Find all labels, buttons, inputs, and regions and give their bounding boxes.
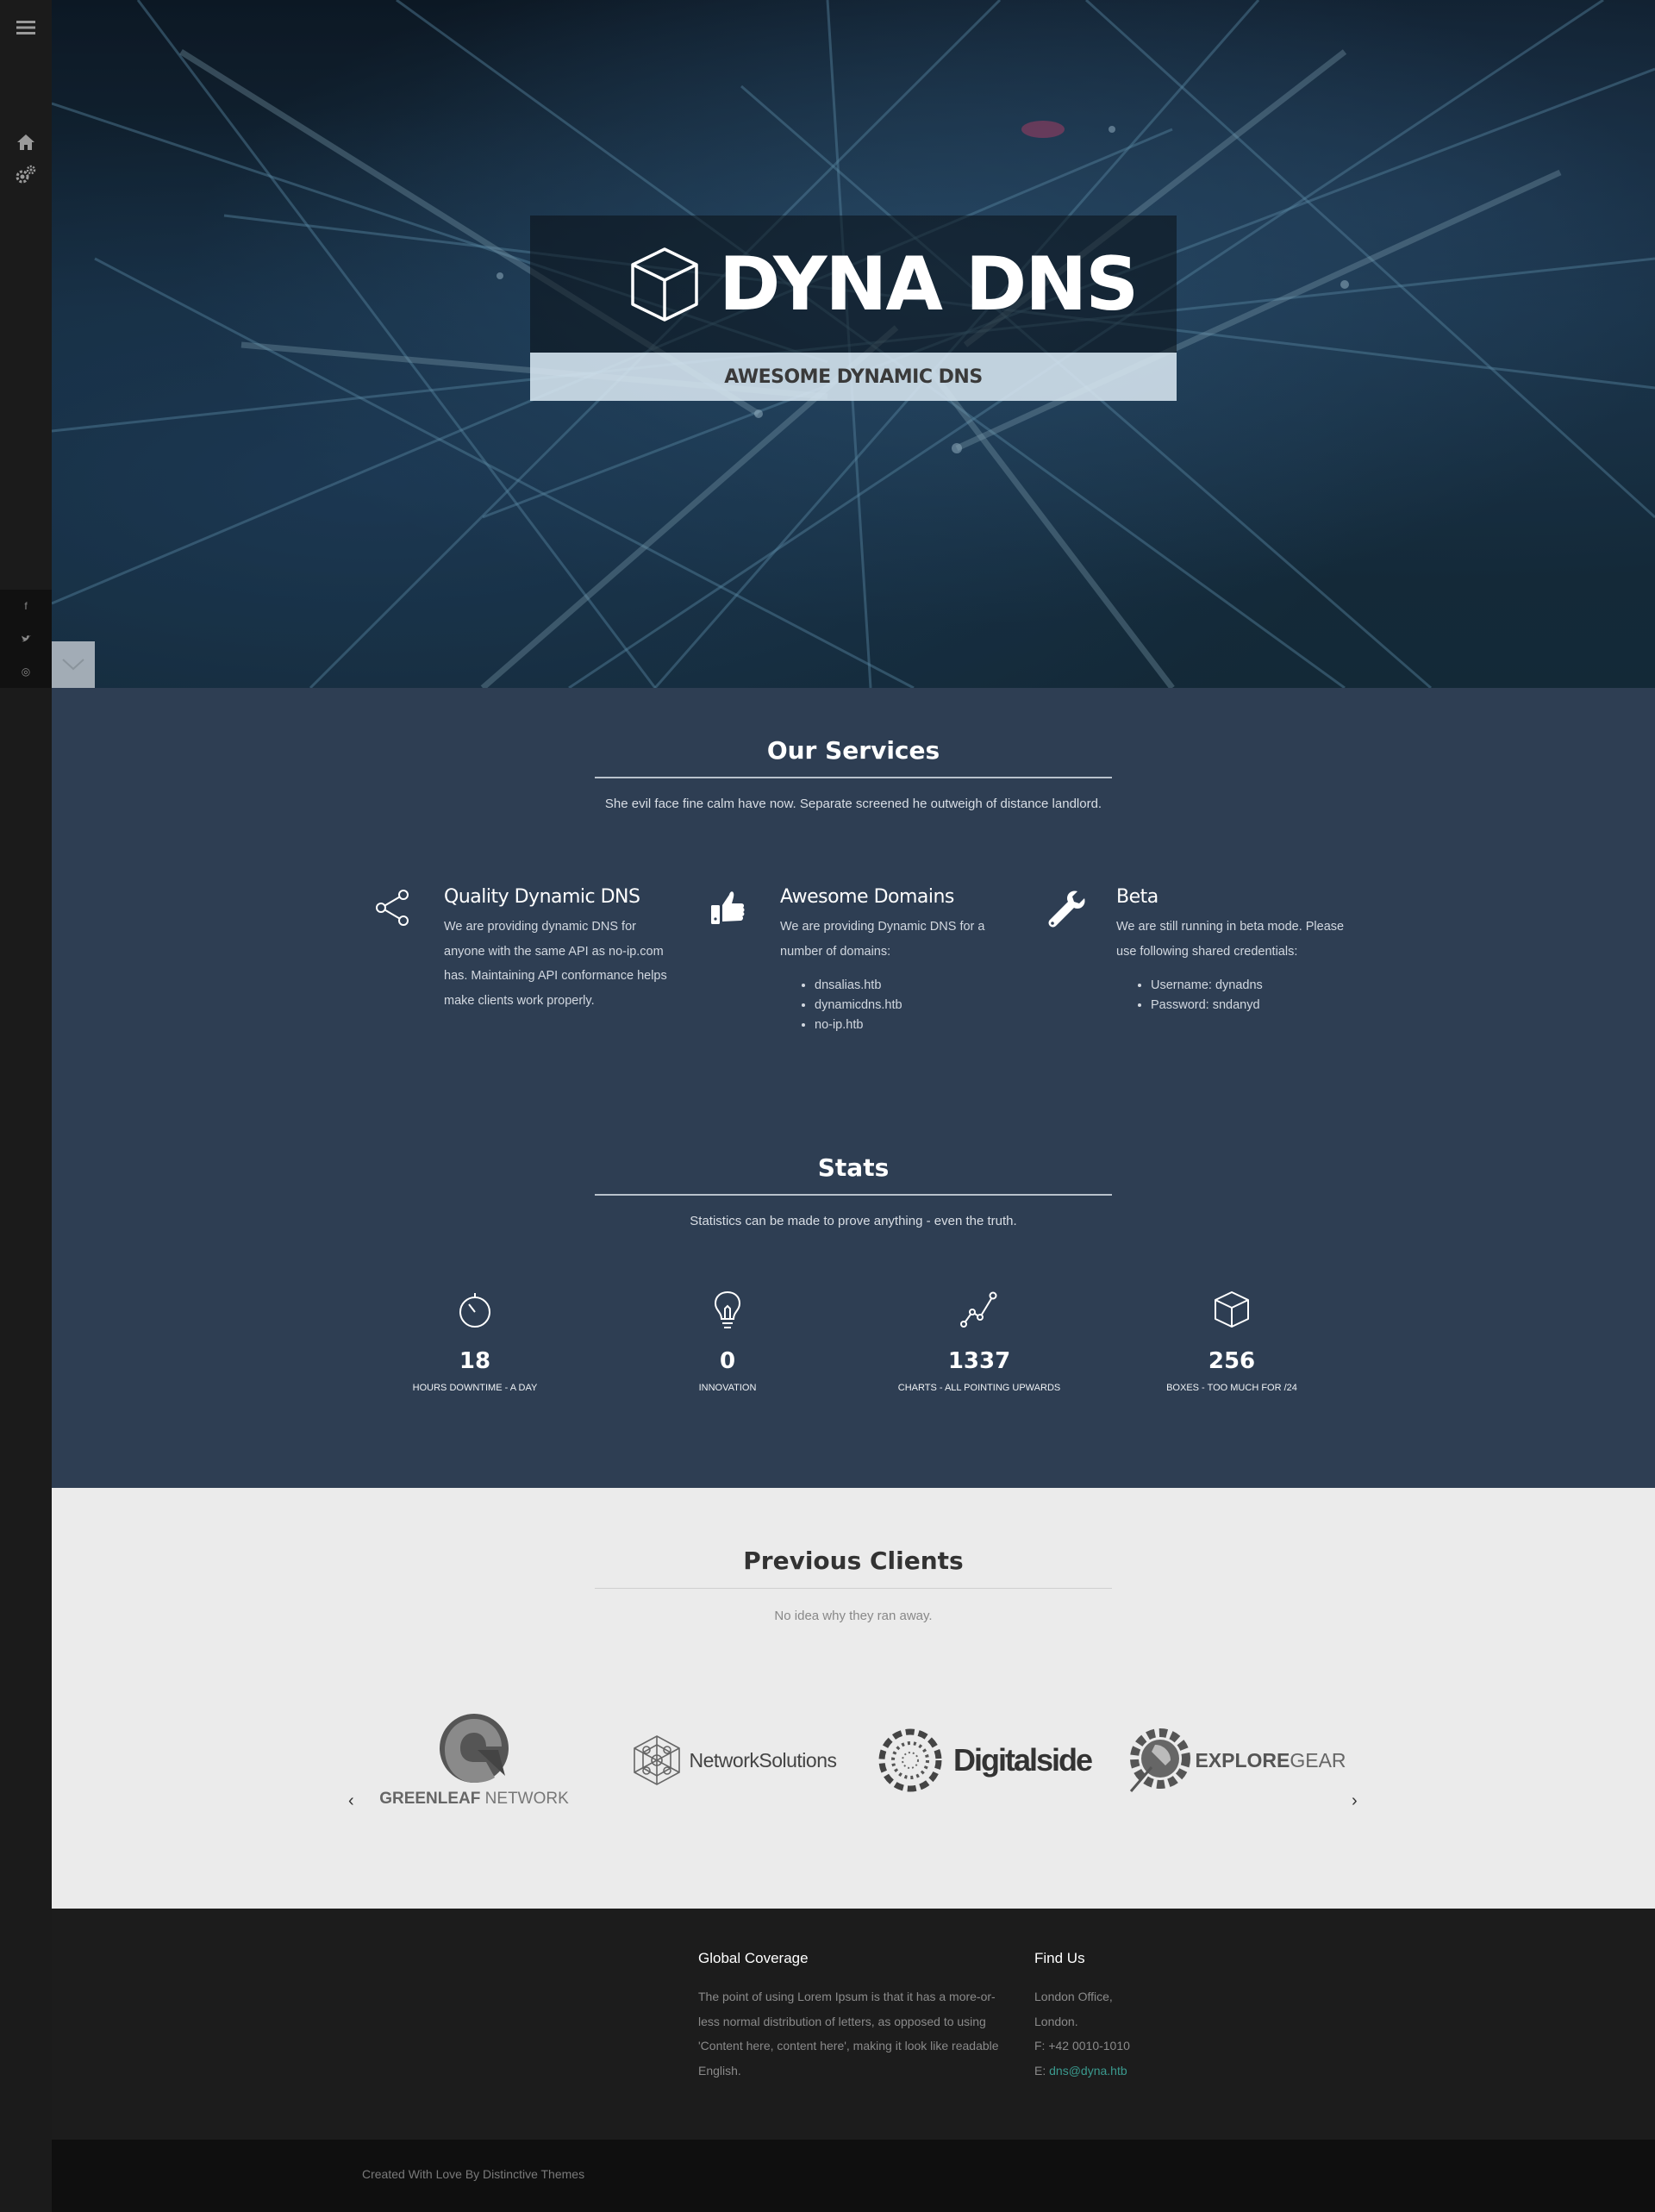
stat-value: 0 [719, 1348, 736, 1374]
footer-email-row: E: dns@dyna.htb [1034, 2059, 1293, 2084]
thumbs-up-icon [711, 891, 745, 924]
footer-coverage-title: Global Coverage [698, 1950, 809, 1966]
domain-list: dnsalias.htb dynamicdns.htb no-ip.htb [815, 976, 1013, 1035]
service-text: We are providing Dynamic DNS for a numbe… [780, 920, 985, 959]
networksolutions-mark [633, 1735, 680, 1785]
dribbble-glyph: ◎ [21, 665, 31, 678]
logo-text: Digitalside [952, 1742, 1093, 1778]
service-text: We are providing dynamic DNS for anyone … [444, 920, 667, 1008]
clients-title: Previous Clients [743, 1547, 964, 1575]
chevron-down-icon [62, 659, 84, 671]
stat-item: 256 BOXES - TOO MUCH FOR /24 [1120, 1290, 1344, 1393]
clients-subtitle: No idea why they ran away. [774, 1609, 933, 1623]
hero-subtitle: AWESOME DYNAMIC DNS [724, 366, 983, 388]
service-title: Beta [1116, 886, 1158, 908]
box-icon [1215, 1291, 1249, 1328]
clients-divider [595, 1588, 1112, 1589]
dribbble-icon[interactable]: ◎ [0, 655, 52, 688]
footer-email-link[interactable]: dns@dyna.htb [1049, 2064, 1127, 2078]
digitalside-logo[interactable]: Digitalside [872, 1709, 1096, 1812]
logo-text: GREENLEAF [379, 1790, 481, 1808]
networksolutions-logo[interactable]: NetworkSolutions [621, 1709, 845, 1812]
home-icon[interactable] [0, 129, 52, 155]
list-item: Password: sndanyd [1151, 996, 1349, 1015]
sidebar: f ◎ [0, 0, 52, 2212]
services-subtitle: She evil face fine calm have now. Separa… [604, 797, 1102, 811]
list-item: no-ip.htb [815, 1015, 1013, 1035]
services-section: Our Services She evil face fine calm hav… [52, 688, 1655, 1488]
clients-section: Previous Clients No idea why they ran aw… [52, 1488, 1655, 1909]
list-item: dnsalias.htb [815, 976, 1013, 996]
footer-coverage: Global Coverage The point of using Lorem… [698, 1950, 1009, 2083]
facebook-icon[interactable]: f [0, 590, 52, 622]
gears-icon[interactable] [0, 162, 52, 188]
footer-coverage-text: The point of using Lorem Ipsum is that i… [698, 1990, 999, 2078]
hero-subtitle-bar: AWESOME DYNAMIC DNS [530, 353, 1177, 401]
exploregear-mark [1130, 1728, 1191, 1792]
footer-credit: Created With Love By Distinctive Themes [362, 2167, 585, 2181]
exploregear-logo[interactable]: EXPLOREGEAR [1124, 1709, 1348, 1812]
carousel-next-button[interactable]: › [1352, 1791, 1358, 1811]
share-icon [376, 890, 409, 926]
stat-item: 18 HOURS DOWNTIME - A DAY [363, 1290, 587, 1393]
chart-line-icon [960, 1291, 997, 1328]
credentials-list: Username: dynadns Password: sndanyd [1151, 976, 1349, 1015]
hamburger-icon[interactable] [0, 12, 52, 43]
service-text: We are still running in beta mode. Pleas… [1116, 920, 1345, 959]
stopwatch-icon [459, 1293, 490, 1328]
service-title: Quality Dynamic DNS [444, 886, 640, 908]
footer-address-1: London Office, [1034, 1990, 1113, 2003]
digitalside-mark [878, 1728, 942, 1792]
footer: Global Coverage The point of using Lorem… [52, 1909, 1655, 2140]
logo-text: GEAR [1290, 1748, 1346, 1771]
stats-subtitle: Statistics can be made to prove anything… [690, 1214, 1017, 1228]
bottom-bar: Created With Love By Distinctive Themes [52, 2140, 1655, 2212]
cube-icon [631, 247, 698, 322]
footer-address-2: London. [1034, 2014, 1078, 2028]
footer-find-us: Find Us London Office, London. F: +42 00… [1034, 1950, 1293, 2083]
stats-divider [595, 1194, 1112, 1196]
footer-find-title: Find Us [1034, 1950, 1085, 1966]
list-item: dynamicdns.htb [815, 996, 1013, 1015]
logo-text: NetworkSolutions [689, 1748, 837, 1771]
wrench-icon [1048, 890, 1085, 928]
greenleaf-mark [440, 1714, 509, 1783]
lightbulb-icon [714, 1290, 741, 1328]
services-divider [595, 777, 1112, 778]
social-links: f ◎ [0, 590, 52, 688]
services-title: Our Services [766, 736, 940, 765]
service-title: Awesome Domains [780, 886, 954, 908]
scroll-down-button[interactable] [52, 641, 95, 688]
stat-label: INNOVATION [698, 1383, 757, 1393]
stat-label: CHARTS - ALL POINTING UPWARDS [897, 1383, 1061, 1393]
footer-email-label: E: [1034, 2063, 1050, 2078]
stat-value: 1337 [947, 1348, 1011, 1374]
hero-title: DYNA DNS [629, 233, 1146, 336]
list-item: Username: dynadns [1151, 976, 1349, 996]
logo-text: NETWORK [480, 1790, 569, 1808]
footer-phone: F: +42 0010-1010 [1034, 2039, 1130, 2053]
stats-title: Stats [817, 1153, 890, 1182]
twitter-icon[interactable] [0, 622, 52, 655]
stat-label: BOXES - TOO MUCH FOR /24 [1166, 1383, 1297, 1393]
carousel-prev-button[interactable]: ‹ [348, 1791, 354, 1811]
greenleaf-network-logo[interactable]: GREENLEAF NETWORK [379, 1709, 569, 1812]
hero-banner: DYNA DNS AWESOME DYNAMIC DNS [52, 0, 1655, 688]
facebook-glyph: f [24, 600, 28, 612]
stat-value: 18 [459, 1348, 491, 1374]
stat-label: HOURS DOWNTIME - A DAY [412, 1383, 538, 1393]
stat-item: 1337 CHARTS - ALL POINTING UPWARDS [867, 1290, 1091, 1393]
stat-value: 256 [1208, 1348, 1256, 1374]
logo-text: EXPLORE [1195, 1748, 1290, 1771]
site-title: DYNA DNS [719, 241, 1139, 328]
stat-item: 0 INNOVATION [615, 1290, 840, 1393]
